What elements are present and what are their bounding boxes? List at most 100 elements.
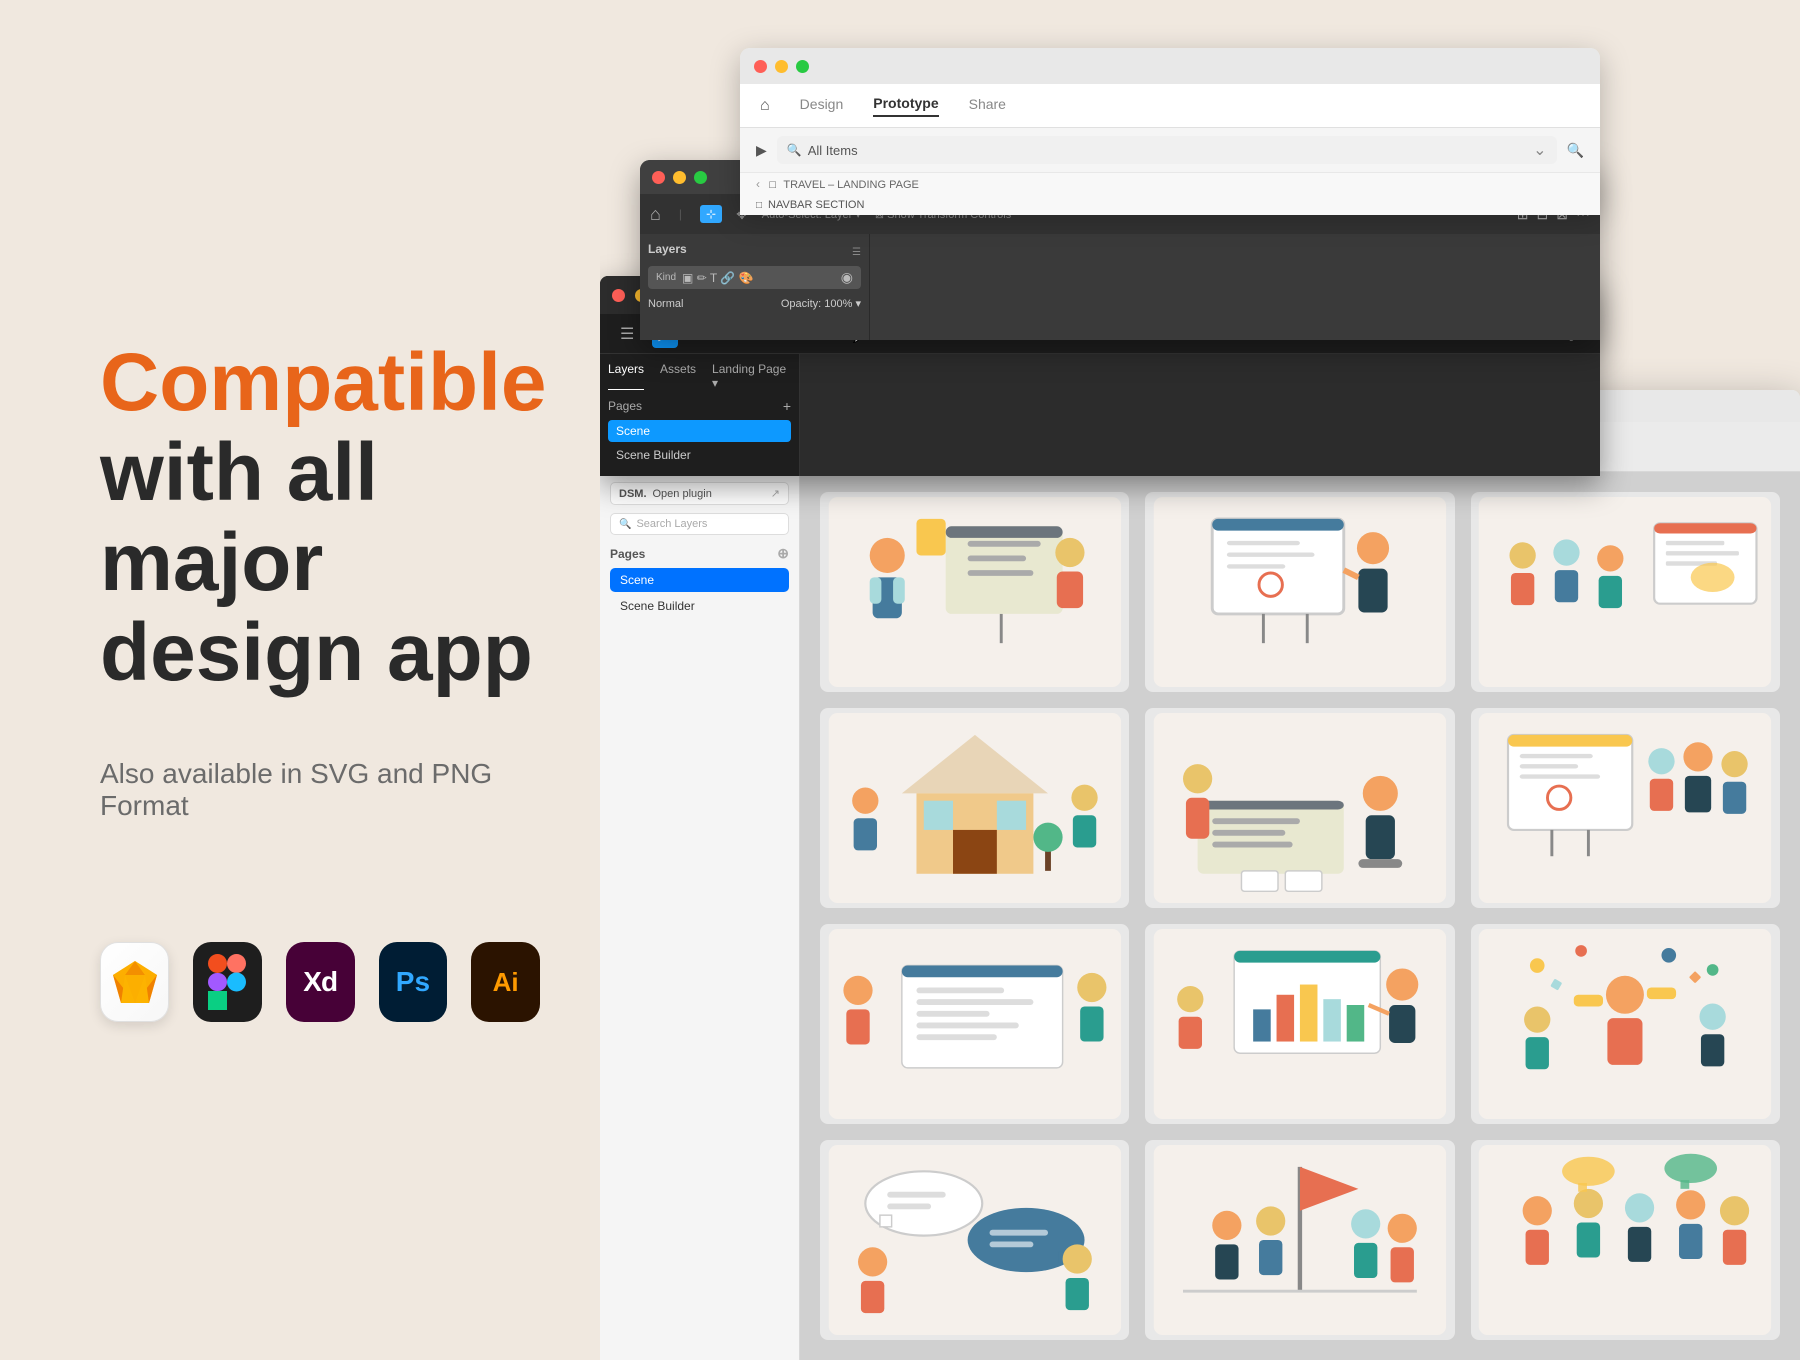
xd-label: Xd bbox=[303, 966, 337, 998]
xd-window: ⌂ Design Prototype Share ▶ 🔍 All Items ⌄… bbox=[740, 48, 1600, 208]
illus-6-svg bbox=[1478, 713, 1772, 903]
xd-back-arrow: ‹ bbox=[756, 177, 760, 191]
xd-nav: ⌂ Design Prototype Share bbox=[740, 84, 1600, 128]
xd-tab-share[interactable]: Share bbox=[969, 96, 1006, 116]
xd-tab-prototype[interactable]: Prototype bbox=[873, 95, 938, 117]
sketch-plugin-link[interactable]: Open plugin bbox=[653, 488, 712, 500]
sketch-content: DSM. Open plugin ↗ 🔍 Search Layers Pages… bbox=[600, 472, 1800, 1360]
figma-close-btn[interactable] bbox=[612, 289, 625, 302]
ps-filter-icons: ▣ ✏ T 🔗 🎨 bbox=[682, 271, 754, 285]
illustration-10 bbox=[820, 1140, 1129, 1340]
sketch-window: Brida-SAAS-Illustration.sketch ⊞ Canvas … bbox=[600, 390, 1800, 1360]
figma-pages-label: Pages bbox=[608, 399, 642, 413]
sketch-pages-label: Pages bbox=[610, 547, 645, 561]
xd-search-row: ▶ 🔍 All Items ⌄ 🔍 bbox=[740, 128, 1600, 172]
xd-tab-design[interactable]: Design bbox=[800, 96, 844, 116]
figma-layers-panel: Layers Assets Landing Page ▾ Pages + Sce… bbox=[600, 354, 800, 476]
xd-pointer-icon: ▶ bbox=[756, 142, 767, 159]
sketch-logo-svg bbox=[109, 959, 161, 1005]
figma-content: Layers Assets Landing Page ▾ Pages + Sce… bbox=[600, 354, 1600, 476]
subtitle: Also available in SVG and PNG Format bbox=[100, 758, 540, 822]
ps-select-tool[interactable]: ⊹ bbox=[700, 205, 722, 223]
illustration-4 bbox=[820, 708, 1129, 908]
ps-close-btn[interactable] bbox=[652, 171, 665, 184]
figma-menu-icon[interactable]: ☰ bbox=[614, 320, 640, 348]
figma-pages-header: Pages + bbox=[608, 398, 791, 414]
figma-tab-assets[interactable]: Assets bbox=[660, 362, 696, 390]
illustration-8 bbox=[1145, 924, 1454, 1124]
illus-5-svg bbox=[1153, 713, 1447, 903]
xd-minimize-btn[interactable] bbox=[775, 60, 788, 73]
ps-blend-mode: Normal Opacity: 100% ▾ bbox=[648, 297, 861, 310]
headline-line3: design app bbox=[100, 608, 540, 698]
ps-layers-header: Layers ☰ bbox=[648, 242, 861, 262]
headline-line1: Compatible bbox=[100, 338, 540, 428]
ps-layers-options[interactable]: ☰ bbox=[852, 247, 861, 258]
sketch-canvas bbox=[800, 472, 1800, 1360]
ai-app-icon[interactable]: Ai bbox=[471, 942, 540, 1022]
illus-10-svg bbox=[828, 1145, 1122, 1335]
figma-tab-layers[interactable]: Layers bbox=[608, 362, 644, 390]
sketch-app-icon[interactable] bbox=[100, 942, 169, 1022]
figma-page-scene[interactable]: Scene bbox=[608, 420, 791, 442]
sketch-pages-header: Pages ⊕ bbox=[610, 545, 789, 562]
headline-line2: with all major bbox=[100, 428, 540, 608]
illustration-6 bbox=[1471, 708, 1780, 908]
sketch-search-input[interactable]: 🔍 Search Layers bbox=[610, 513, 789, 535]
sketch-page-scene-builder[interactable]: Scene Builder bbox=[610, 594, 789, 618]
figma-page-scene-builder[interactable]: Scene Builder bbox=[608, 444, 791, 466]
ps-filter-toggle[interactable]: ◉ bbox=[841, 269, 853, 286]
illus-1-svg bbox=[828, 497, 1122, 687]
xd-layer-item: □ NAVBAR SECTION bbox=[740, 195, 1600, 215]
illus-7-svg bbox=[828, 929, 1122, 1119]
figma-app-icon[interactable] bbox=[193, 942, 262, 1022]
ps-layers-title: Layers bbox=[648, 242, 687, 256]
xd-zoom-icon: 🔍 bbox=[1567, 142, 1584, 159]
xd-search-box[interactable]: 🔍 All Items ⌄ bbox=[777, 136, 1557, 164]
illustration-5 bbox=[1145, 708, 1454, 908]
illustration-9 bbox=[1471, 924, 1780, 1124]
figma-page-dropdown[interactable]: Landing Page ▾ bbox=[712, 362, 791, 390]
figma-canvas-area bbox=[800, 354, 1600, 476]
illus-3-svg bbox=[1478, 497, 1772, 687]
figma-logo-svg bbox=[208, 954, 246, 1010]
illus-11-svg bbox=[1153, 1145, 1447, 1335]
sketch-dsm-label: DSM. bbox=[619, 488, 647, 500]
xd-maximize-btn[interactable] bbox=[796, 60, 809, 73]
xd-close-btn[interactable] bbox=[754, 60, 767, 73]
illustration-11 bbox=[1145, 1140, 1454, 1340]
illus-9-svg bbox=[1478, 929, 1772, 1119]
ps-layers-filter: Kind ▣ ✏ T 🔗 🎨 ◉ bbox=[648, 266, 861, 289]
ps-layers-content bbox=[870, 234, 1600, 340]
sketch-add-page-btn[interactable]: ⊕ bbox=[777, 545, 789, 562]
figma-add-page-btn[interactable]: + bbox=[783, 398, 791, 414]
xd-app-icon[interactable]: Xd bbox=[286, 942, 355, 1022]
ps-layers-sidebar: Layers ☰ Kind ▣ ✏ T 🔗 🎨 ◉ Normal Opacity… bbox=[640, 234, 870, 340]
sketch-pages-controls: ⊕ bbox=[777, 545, 789, 562]
illus-4-svg bbox=[828, 713, 1122, 903]
xd-titlebar bbox=[740, 48, 1600, 84]
ps-opacity-label: Opacity: 100% ▾ bbox=[781, 297, 861, 310]
illustration-1 bbox=[820, 492, 1129, 692]
xd-search-text: All Items bbox=[808, 143, 858, 158]
illustration-3 bbox=[1471, 492, 1780, 692]
sketch-search-icon: 🔍 bbox=[619, 519, 631, 530]
illustration-2 bbox=[1145, 492, 1454, 692]
left-panel: Compatible with all major design app Als… bbox=[0, 0, 620, 1360]
ps-maximize-btn[interactable] bbox=[694, 171, 707, 184]
ps-normal-label[interactable]: Normal bbox=[648, 298, 683, 310]
ps-home-icon: ⌂ bbox=[650, 204, 661, 225]
ps-divider: | bbox=[679, 207, 682, 221]
illus-8-svg bbox=[1153, 929, 1447, 1119]
xd-chevron-icon: ⌄ bbox=[1533, 140, 1546, 160]
sketch-page-scene[interactable]: Scene bbox=[610, 568, 789, 592]
ps-label: Ps bbox=[396, 966, 430, 998]
app-icons-row: Xd Ps Ai bbox=[100, 942, 540, 1022]
sketch-sidebar: DSM. Open plugin ↗ 🔍 Search Layers Pages… bbox=[600, 472, 800, 1360]
xd-home-icon[interactable]: ⌂ bbox=[760, 97, 770, 115]
ps-minimize-btn[interactable] bbox=[673, 171, 686, 184]
sketch-search-placeholder: Search Layers bbox=[636, 518, 707, 530]
figma-layers-tabs: Layers Assets Landing Page ▾ bbox=[608, 362, 791, 390]
ps-layers-panel: Layers ☰ Kind ▣ ✏ T 🔗 🎨 ◉ Normal Opacity… bbox=[640, 234, 1600, 340]
ps-app-icon[interactable]: Ps bbox=[379, 942, 448, 1022]
